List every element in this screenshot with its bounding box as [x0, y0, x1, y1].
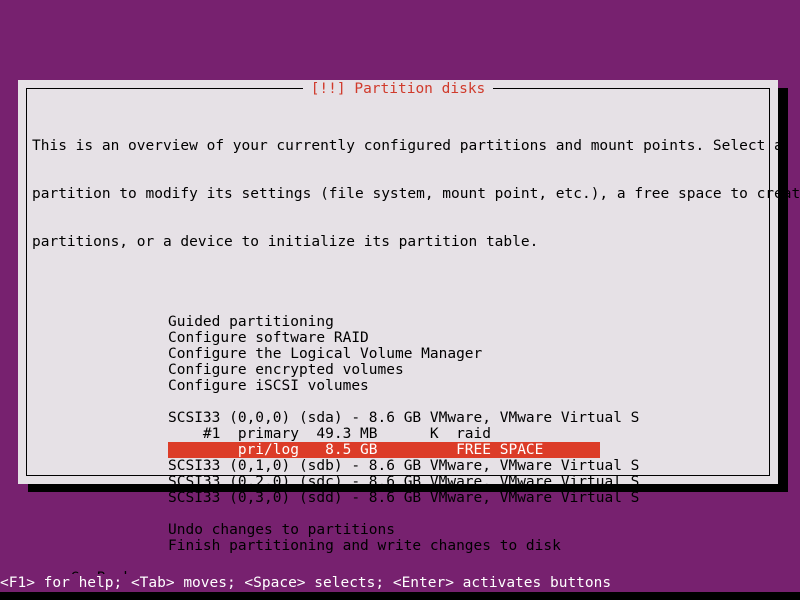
intro-line: This is an overview of your currently co…: [32, 138, 783, 154]
dialog-content: This is an overview of your currently co…: [32, 106, 800, 586]
free-space-item-sda[interactable]: pri/log 8.5 GB FREE SPACE: [168, 442, 600, 458]
menu-item-guided-partitioning[interactable]: Guided partitioning: [168, 314, 764, 330]
menu-item-configure-iscsi-volumes[interactable]: Configure iSCSI volumes: [168, 378, 764, 394]
partition-disks-dialog: [!!] Partition disks This is an overview…: [18, 80, 800, 586]
intro-line: partitions, or a device to initialize it…: [32, 234, 539, 250]
menu-item-configure-software-raid[interactable]: Configure software RAID: [168, 330, 764, 346]
intro-paragraph: This is an overview of your currently co…: [32, 106, 800, 282]
device-item-sda[interactable]: SCSI33 (0,0,0) (sda) - 8.6 GB VMware, VM…: [168, 410, 764, 426]
device-item-sdd[interactable]: SCSI33 (0,3,0) (sdd) - 8.6 GB VMware, VM…: [168, 490, 764, 506]
menu-item-undo-changes[interactable]: Undo changes to partitions: [168, 522, 764, 538]
device-item-sdb[interactable]: SCSI33 (0,1,0) (sdb) - 8.6 GB VMware, VM…: [168, 458, 764, 474]
bottom-black-strip: [0, 592, 800, 600]
menu-item-finish-partitioning[interactable]: Finish partitioning and write changes to…: [168, 538, 764, 554]
status-bar-help-text: <F1> for help; <Tab> moves; <Space> sele…: [0, 574, 800, 592]
partition-item-sda1[interactable]: #1 primary 49.3 MB K raid: [168, 426, 764, 442]
intro-line: partition to modify its settings (file s…: [32, 186, 800, 202]
configuration-actions-list: Guided partitioning Configure software R…: [32, 314, 764, 554]
menu-item-configure-encrypted-volumes[interactable]: Configure encrypted volumes: [168, 362, 764, 378]
device-item-sdc[interactable]: SCSI33 (0,2,0) (sdc) - 8.6 GB VMware, VM…: [168, 474, 764, 490]
menu-item-configure-lvm[interactable]: Configure the Logical Volume Manager: [168, 346, 764, 362]
